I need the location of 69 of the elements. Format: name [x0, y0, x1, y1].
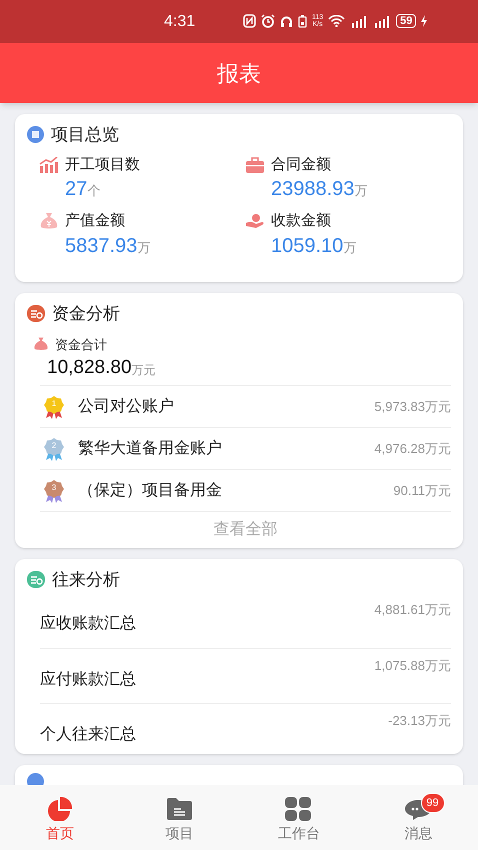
medal-icon [43, 436, 65, 460]
summary-label: 个人往来汇总 [40, 724, 136, 744]
total-unit: 万元 [132, 362, 156, 379]
chart-board-icon [27, 126, 44, 144]
total-label: 资金合计 [55, 336, 107, 354]
tab[interactable]: 项目 [120, 785, 239, 850]
account-name: （保定）项目备用金 [78, 480, 223, 500]
summary-amount: -23.13万元 [388, 712, 451, 730]
tab[interactable]: 首页 [0, 785, 120, 850]
summary-label: 应付账款汇总 [40, 670, 136, 690]
stat-label: 开工项目数 [65, 154, 140, 174]
battery-small-icon [298, 14, 307, 28]
summary-row[interactable]: 个人往来汇总 -23.13万元 [40, 702, 451, 758]
folder-icon [166, 797, 193, 821]
summary-label: 应收账款汇总 [40, 614, 136, 634]
bar-chart-icon [39, 156, 59, 173]
section-title: 资金分析 [52, 303, 120, 325]
clock: 4:31 [164, 12, 196, 32]
stat-value: 27 [65, 177, 88, 202]
money-bag-icon [39, 212, 59, 230]
stat-value: 1059.10 [271, 234, 344, 258]
grid-icon [285, 797, 312, 821]
account-amount: 4,976.28万元 [374, 440, 451, 458]
nfc-icon [243, 14, 256, 28]
signal-icon [350, 14, 368, 28]
tab[interactable]: 消息 99 [358, 785, 478, 850]
charging-icon [421, 15, 428, 27]
stat-label: 合同金额 [271, 154, 331, 174]
headphones-icon [280, 14, 293, 28]
medal-icon [43, 478, 65, 502]
battery-indicator: 59 [396, 14, 416, 28]
hand-coin-icon [245, 213, 265, 230]
summary-row[interactable]: 应付账款汇总 1,075.88万元 [40, 648, 451, 702]
stat-value: 23988.93 [271, 177, 354, 202]
account-amount: 5,973.83万元 [374, 398, 451, 416]
account-name: 繁华大道备用金账户 [78, 438, 223, 458]
pie-chart-icon [46, 797, 74, 821]
section-title: 项目总览 [51, 124, 119, 146]
rank-number: 3 [50, 482, 58, 494]
page-title: 报表 [217, 60, 261, 88]
stat-label: 收款金额 [271, 211, 331, 231]
summary-amount: 4,881.61万元 [374, 600, 451, 618]
stat-unit: 个 [87, 182, 100, 200]
briefcase-icon [245, 156, 265, 173]
stat-unit: 万 [137, 238, 150, 256]
stat-value: 5837.93 [65, 234, 138, 258]
rank-number: 1 [50, 398, 58, 410]
total-value: 10,828.80 [47, 356, 132, 380]
stat-unit: 万 [343, 238, 356, 256]
wifi-icon [328, 15, 346, 27]
summary-row[interactable]: 应收账款汇总 4,881.61万元 [40, 592, 451, 648]
unread-badge: 99 [420, 793, 444, 813]
account-amount: 90.11万元 [393, 482, 451, 500]
stat-unit: 万 [354, 182, 368, 200]
section-title: 往来分析 [52, 569, 120, 591]
alarm-icon [261, 14, 275, 28]
stat-label: 产值金额 [65, 211, 125, 231]
coin-stack-icon [27, 571, 45, 588]
account-row[interactable]: 1 公司对公账户 5,973.83万元 [40, 385, 451, 427]
medal-icon [43, 394, 65, 418]
money-bag-icon [33, 336, 49, 352]
rank-number: 2 [50, 440, 58, 452]
tab[interactable]: 工作台 [239, 785, 358, 850]
account-row[interactable]: 3 （保定）项目备用金 90.11万元 [40, 469, 451, 511]
account-row[interactable]: 2 繁华大道备用金账户 4,976.28万元 [40, 427, 451, 469]
signal-icon [373, 14, 392, 28]
account-name: 公司对公账户 [78, 396, 175, 416]
summary-amount: 1,075.88万元 [374, 656, 451, 674]
coin-stack-icon [27, 305, 45, 322]
